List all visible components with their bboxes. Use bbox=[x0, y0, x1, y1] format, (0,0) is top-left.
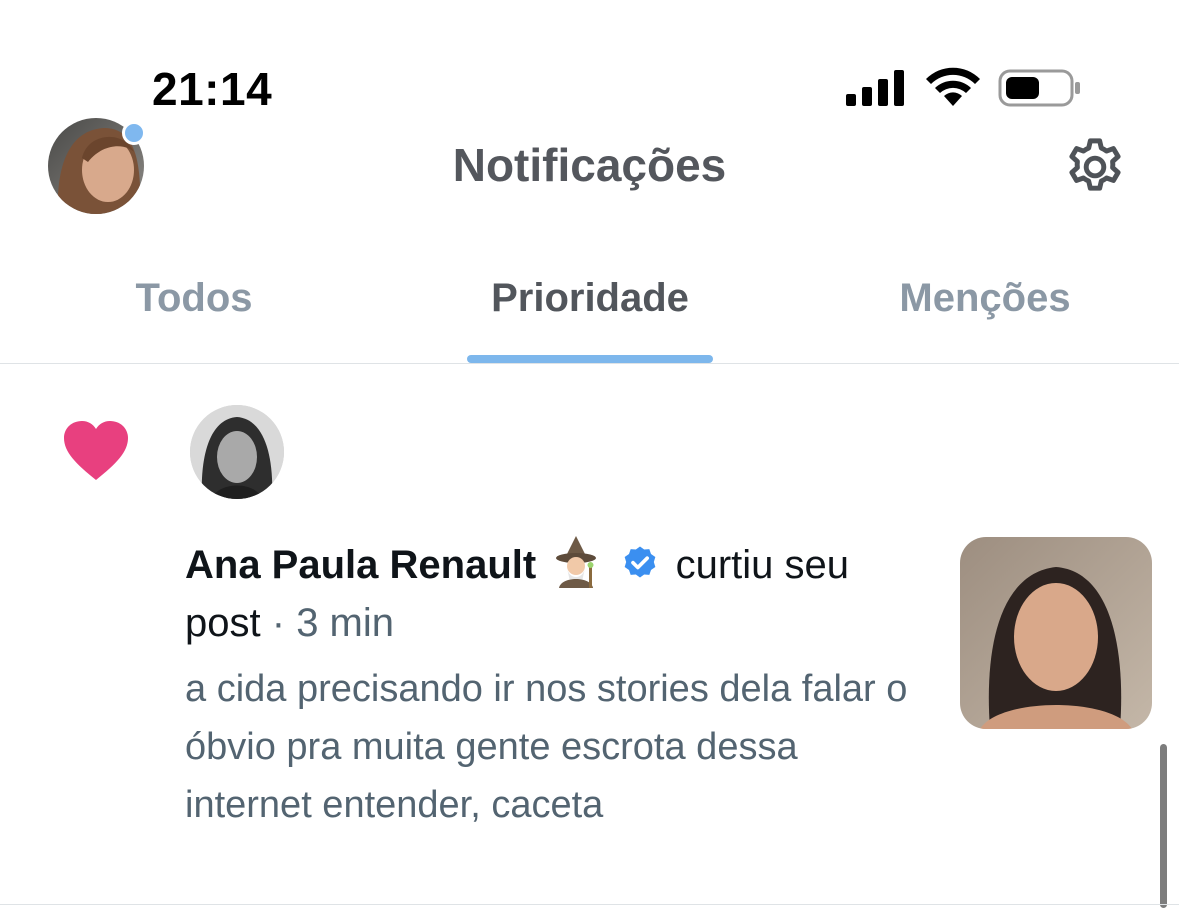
wifi-icon bbox=[926, 67, 980, 106]
tab-mencoes[interactable]: Menções bbox=[850, 276, 1120, 321]
meta-separator: · bbox=[271, 601, 286, 645]
item-divider bbox=[0, 904, 1179, 905]
post-thumbnail[interactable] bbox=[960, 537, 1152, 729]
tab-todos[interactable]: Todos bbox=[94, 276, 294, 321]
gear-icon[interactable] bbox=[1062, 134, 1128, 200]
tab-prioridade[interactable]: Prioridade bbox=[440, 276, 740, 321]
heart-icon bbox=[64, 421, 128, 480]
timestamp: 3 min bbox=[296, 601, 394, 645]
actor-name[interactable]: Ana Paula Renault bbox=[185, 543, 536, 587]
actor-avatar[interactable] bbox=[190, 405, 284, 499]
status-time: 21:14 bbox=[152, 63, 273, 115]
wizard-emoji-icon bbox=[551, 536, 601, 588]
post-snippet[interactable]: a cida precisando ir nos stories dela fa… bbox=[185, 660, 925, 834]
verified-badge-icon bbox=[625, 546, 656, 578]
active-tab-indicator bbox=[467, 355, 713, 363]
page-title: Notificações bbox=[452, 139, 727, 191]
cellular-signal-icon bbox=[846, 70, 904, 106]
battery-icon bbox=[998, 69, 1080, 107]
scrollbar[interactable] bbox=[1160, 744, 1167, 908]
tabs-divider bbox=[0, 363, 1179, 364]
notification-text[interactable]: Ana Paula Renault curtiu seu post · 3 mi… bbox=[185, 536, 925, 652]
